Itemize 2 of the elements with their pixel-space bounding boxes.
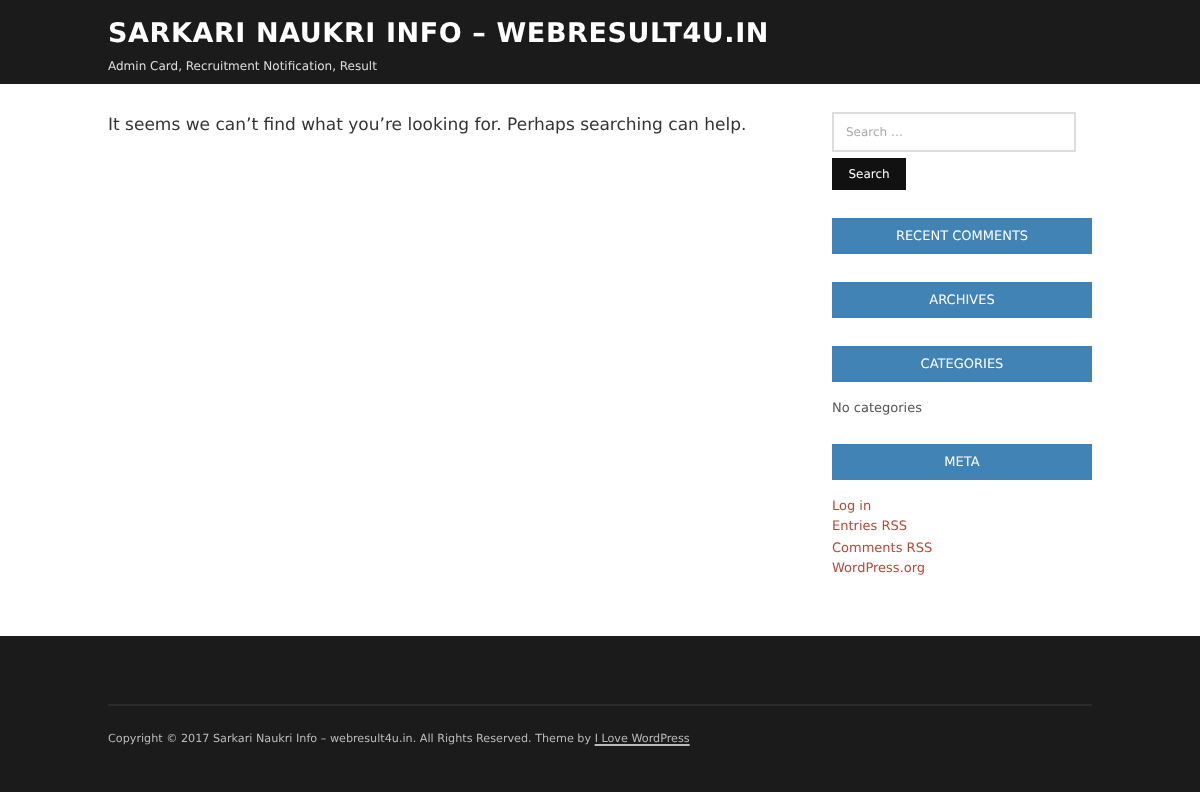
site-title[interactable]: SARKARI NAUKRI INFO – WEBRESULT4U.IN [108, 18, 1092, 50]
not-found-message: It seems we can’t find what you’re looking for. Perhaps searching can help. [108, 116, 747, 136]
